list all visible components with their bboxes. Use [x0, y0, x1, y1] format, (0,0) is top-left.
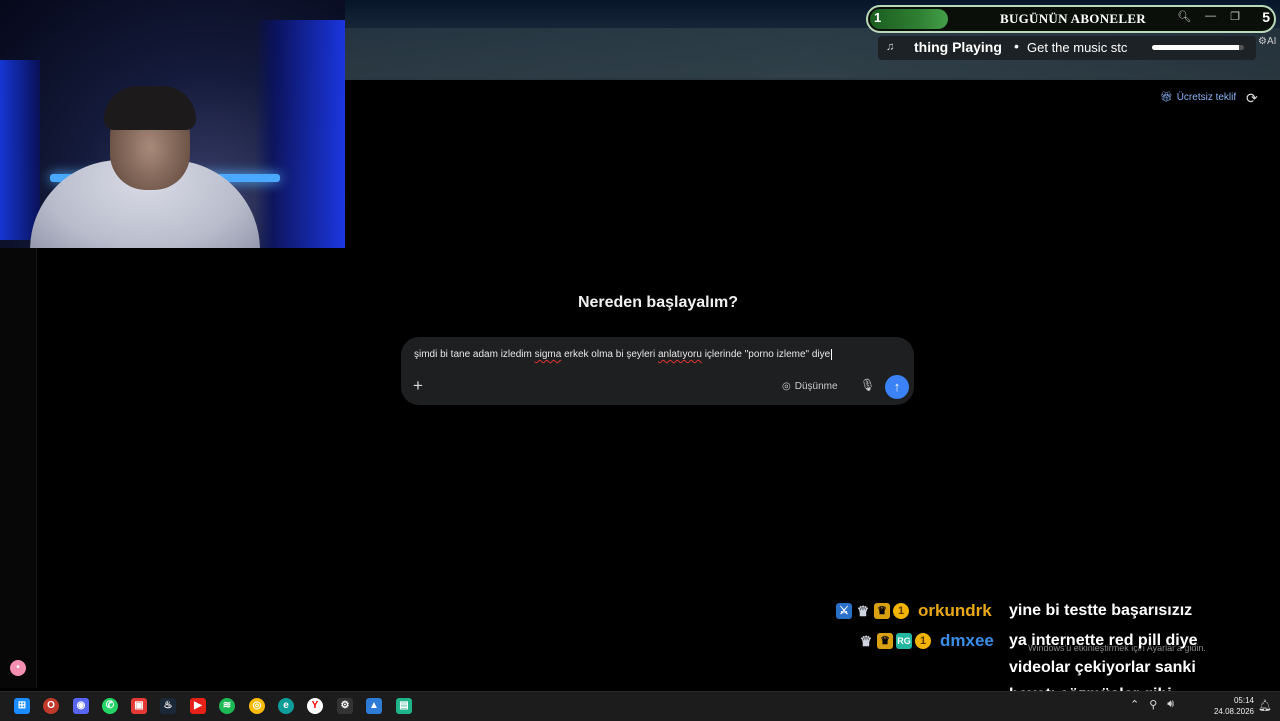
photos-icon[interactable]: ▲ [366, 698, 382, 714]
edge-icon[interactable]: e [278, 698, 294, 714]
chat-username: dmxee [940, 631, 994, 650]
subscribers-progress [870, 9, 948, 29]
search-icon[interactable]: 🔍︎ [1177, 10, 1191, 23]
now-playing-progress [1152, 45, 1244, 50]
whatsapp-icon[interactable]: ✆ [102, 698, 118, 714]
chrome-icon[interactable]: ◎ [249, 698, 265, 714]
crown-gold-icon: ♛ [877, 633, 893, 649]
bullet-separator: • [1014, 38, 1019, 54]
refresh-icon[interactable]: ⟳ [1246, 90, 1258, 107]
discord-icon[interactable]: ◉ [73, 698, 89, 714]
microphone-button[interactable]: 🎙︎ [860, 378, 875, 392]
settings-gear-icon[interactable]: ⚙ [337, 698, 353, 714]
chat-line-user: ⚔ ♛ ♛ 1 orkundrk [836, 601, 992, 621]
ai-tag: ⚙AI [1258, 36, 1277, 47]
chat-line-user: ♛ ♛ RG 1 dmxee [858, 631, 994, 651]
app-red-icon[interactable]: ▣ [131, 698, 147, 714]
minimize-icon[interactable]: — [1205, 10, 1216, 23]
volume-icon[interactable]: 🔊︎ [1167, 698, 1174, 711]
subscribers-title: BUGÜNÜN ABONELER [999, 11, 1147, 26]
crown-gold-icon: ♛ [874, 603, 890, 619]
page-title: Nereden başlayalım? [577, 294, 739, 311]
yandex-icon[interactable]: Y [307, 698, 323, 714]
now-playing-label: thing Playing [914, 39, 1002, 55]
webcam-overlay [0, 0, 345, 248]
app-green-icon[interactable]: ▤ [396, 698, 412, 714]
opera-gx-icon[interactable]: O [43, 698, 59, 714]
notification-bell-icon[interactable]: 🔔︎ [1258, 699, 1272, 712]
restore-icon[interactable]: ❐ [1230, 10, 1240, 23]
crown-silver-icon: ♛ [859, 633, 873, 649]
prompt-input[interactable]: şimdi bi tane adam izledim sigma erkek o… [414, 349, 833, 360]
thinking-toggle-button[interactable]: ◎ Düşünme [782, 381, 838, 392]
coin-badge-icon: 1 [893, 603, 909, 619]
system-tray: ⌃ ⚲ 🔊︎ [1130, 698, 1174, 711]
rg-badge-icon: RG [896, 633, 912, 649]
clock[interactable]: 05:14 24.08.2026 [1212, 695, 1254, 717]
taskbar: ⊞ O ◉ ✆ ▣ ♨ ▶ ≋ ◎ e Y ⚙ ▲ ▤ ⌃ ⚲ 🔊︎ 05:14… [0, 691, 1280, 721]
subscribers-count: 1 [874, 10, 882, 25]
now-playing-message: Get the music stc [1027, 40, 1128, 55]
now-playing-widget: ♫ thing Playing • Get the music stc [878, 36, 1256, 60]
network-icon[interactable]: ⚲ [1149, 698, 1157, 711]
clock-date: 24.08.2026 [1213, 707, 1254, 716]
left-sidebar-strip [0, 248, 37, 688]
crown-silver-icon: ♛ [856, 603, 870, 619]
steam-icon[interactable]: ♨ [160, 698, 176, 714]
notification-dot-icon[interactable]: • [10, 660, 26, 676]
prompt-box[interactable]: şimdi bi tane adam izledim sigma erkek o… [401, 337, 914, 405]
spotify-icon[interactable]: ≋ [219, 698, 235, 714]
chat-username: orkundrk [918, 601, 992, 620]
free-offer-label: Ücretsiz teklif [1176, 92, 1237, 103]
send-button[interactable]: ↑ [885, 375, 909, 399]
youtube-icon[interactable]: ▶ [190, 698, 206, 714]
windows-start-icon[interactable]: ⊞ [14, 698, 30, 714]
add-attachment-button[interactable]: + [413, 376, 423, 396]
brain-icon: ◎ [782, 381, 791, 392]
sword-badge-icon: ⚔ [836, 603, 852, 619]
free-offer-link[interactable]: 🎁︎ Ücretsiz teklif [1160, 92, 1236, 103]
thinking-label: Düşünme [794, 381, 838, 392]
music-note-icon: ♫ [886, 41, 895, 53]
clock-time: 05:14 [1233, 696, 1254, 705]
chevron-up-icon[interactable]: ⌃ [1130, 698, 1139, 711]
gift-icon: 🎁︎ [1160, 92, 1173, 103]
coin-badge-icon: 1 [915, 633, 931, 649]
end-icon: 5 [1262, 9, 1270, 25]
subscribers-widget: 1 BUGÜNÜN ABONELER 🔍︎ — ❐ 5 [866, 5, 1276, 33]
chat-message: yine bi testte başarısızız [1009, 602, 1193, 619]
